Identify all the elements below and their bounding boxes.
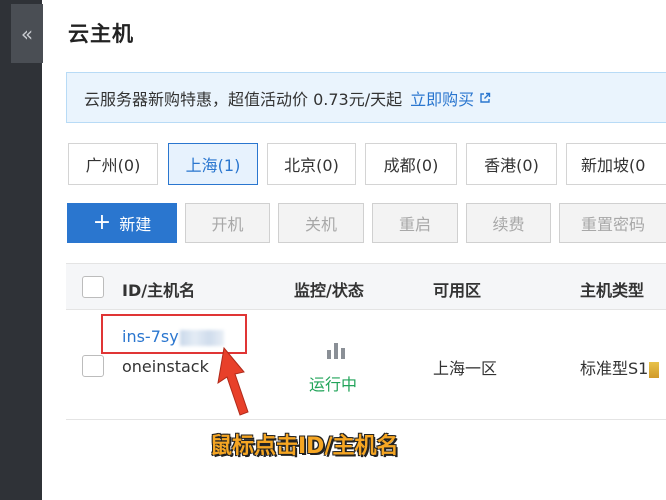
external-link-icon [480,92,491,103]
renew-button[interactable]: 续费 [466,203,551,243]
sidebar: « [0,0,43,500]
region-tab-singapore[interactable]: 新加坡(0 [566,143,666,185]
restart-button[interactable]: 重启 [372,203,458,243]
column-header-zone: 可用区 [433,281,482,300]
create-button[interactable]: + 新建 [67,203,177,243]
zone-value: 上海一区 [433,359,498,378]
buy-now-link[interactable]: 立即购买 [410,86,491,110]
region-tab-chengdu[interactable]: 成都(0) [365,143,457,185]
promo-text: 云服务器新购特惠，超值活动价 0.73元/天起 [84,89,403,109]
host-type-badge-icon [649,361,660,378]
column-header-host-type: 主机类型 [580,281,645,300]
status-badge: 运行中 [309,375,358,394]
region-tab-hongkong[interactable]: 香港(0) [466,143,557,185]
page-title: 云主机 [68,22,134,46]
collapse-sidebar-button[interactable]: « [11,4,43,63]
table-header: ID/主机名 监控/状态 可用区 主机类型 [66,263,666,310]
column-header-monitor-status: 监控/状态 [294,281,364,300]
power-on-button[interactable]: 开机 [185,203,270,243]
reset-password-button[interactable]: 重置密码 [559,203,666,243]
region-tab-shanghai[interactable]: 上海(1) [168,143,258,185]
buy-now-label: 立即购买 [410,89,475,109]
pointer-arrow-icon [217,346,249,416]
column-header-id-name: ID/主机名 [122,281,196,300]
host-type-text: 标准型S1 [580,359,649,378]
row-checkbox[interactable] [82,355,104,377]
double-chevron-left-icon: « [20,21,34,46]
region-tab-beijing[interactable]: 北京(0) [267,143,356,185]
plus-icon: + [92,210,112,235]
promo-banner: 云服务器新购特惠，超值活动价 0.73元/天起 立即购买 [66,72,666,123]
power-off-button[interactable]: 关机 [278,203,364,243]
host-type-value: 标准型S1 [580,355,660,379]
select-all-checkbox[interactable] [82,276,104,298]
instance-name: oneinstack [122,357,209,376]
region-tab-guangzhou[interactable]: 广州(0) [68,143,158,185]
create-button-label: 新建 [119,215,152,234]
annotation-caption: 鼠标点击ID/主机名 [210,434,399,459]
monitor-chart-icon[interactable] [325,341,347,359]
